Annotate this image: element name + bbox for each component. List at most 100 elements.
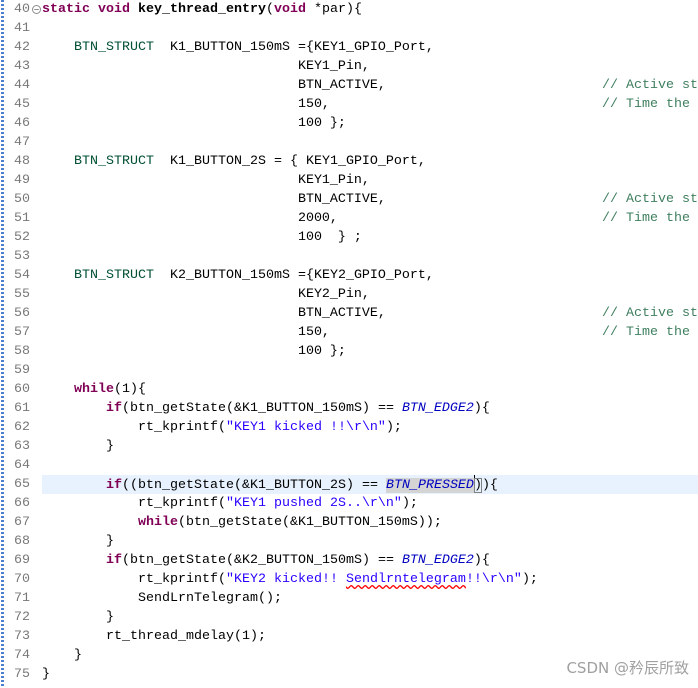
code-token[interactable]: KEY1_Pin,	[42, 59, 370, 74]
code-text[interactable]: if(btn_getState(&K1_BUTTON_150mS) == BTN…	[42, 399, 698, 418]
enum-constant[interactable]: BTN_EDGE2	[402, 553, 474, 568]
code-token[interactable]: K2_BUTTON_150mS ={KEY2_GPIO_Port,	[154, 268, 434, 283]
code-token[interactable]	[42, 401, 106, 416]
comment[interactable]: // Active st	[602, 304, 698, 323]
code-token[interactable]: ){	[474, 401, 490, 416]
keyword[interactable]: if	[106, 478, 122, 493]
code-text[interactable]: static void key_thread_entry(void *par){	[42, 0, 698, 19]
code-token[interactable]	[42, 154, 74, 169]
code-token[interactable]	[42, 268, 74, 283]
enum-constant[interactable]: BTN_EDGE2	[402, 401, 474, 416]
code-token[interactable]: 150,	[42, 97, 330, 112]
code-token[interactable]: }	[42, 667, 50, 682]
code-text[interactable]	[42, 247, 698, 266]
code-token[interactable]	[42, 382, 74, 397]
code-token[interactable]: );	[522, 572, 538, 587]
code-text[interactable]: BTN_ACTIVE, // Active st	[42, 190, 698, 209]
comment[interactable]: // Time the	[602, 323, 690, 342]
matched-bracket[interactable]: )	[473, 478, 482, 493]
code-text[interactable]: KEY2_Pin,	[42, 285, 698, 304]
type-name[interactable]: BTN_STRUCT	[74, 40, 154, 55]
keyword[interactable]: if	[106, 401, 122, 416]
code-text[interactable]: 100 };	[42, 114, 698, 133]
code-text[interactable]: rt_kprintf("KEY1 kicked !!\r\n");	[42, 418, 698, 437]
code-text[interactable]: BTN_ACTIVE, // Active st	[42, 76, 698, 95]
code-text[interactable]: }	[42, 437, 698, 456]
code-token[interactable]: (btn_getState(&K1_BUTTON_150mS));	[178, 515, 442, 530]
code-token[interactable]: KEY2_Pin,	[42, 287, 370, 302]
keyword[interactable]: while	[74, 382, 114, 397]
string-literal[interactable]: !!\r\n"	[466, 572, 522, 587]
code-token[interactable]: }	[42, 534, 114, 549]
code-token[interactable]	[42, 478, 106, 493]
code-text[interactable]: BTN_STRUCT K1_BUTTON_2S = { KEY1_GPIO_Po…	[42, 152, 698, 171]
comment[interactable]: // Active st	[602, 190, 698, 209]
code-text[interactable]: 100 };	[42, 342, 698, 361]
code-token[interactable]: rt_kprintf(	[42, 496, 226, 511]
code-text[interactable]: KEY1_Pin,	[42, 57, 698, 76]
code-token[interactable]: ){	[482, 478, 498, 493]
type-name[interactable]: BTN_STRUCT	[74, 268, 154, 283]
code-token[interactable]: KEY1_Pin,	[42, 173, 370, 188]
code-text[interactable]	[42, 456, 698, 475]
code-token[interactable]: BTN_ACTIVE,	[42, 78, 386, 93]
code-token[interactable]: }	[42, 610, 114, 625]
code-text[interactable]: 100 } ;	[42, 228, 698, 247]
code-text[interactable]: rt_thread_mdelay(1);	[42, 627, 698, 646]
string-literal[interactable]: "KEY1 kicked !!\r\n"	[226, 420, 386, 435]
code-text[interactable]: rt_kprintf("KEY1 pushed 2S..\r\n");	[42, 494, 698, 513]
code-token[interactable]	[42, 553, 106, 568]
code-token[interactable]: rt_kprintf(	[42, 572, 226, 587]
code-text[interactable]	[42, 19, 698, 38]
code-text[interactable]: BTN_ACTIVE, // Active st	[42, 304, 698, 323]
code-text[interactable]: while(1){	[42, 380, 698, 399]
code-text[interactable]: BTN_STRUCT K2_BUTTON_150mS ={KEY2_GPIO_P…	[42, 266, 698, 285]
code-token[interactable]: }	[42, 439, 114, 454]
code-text[interactable]: rt_kprintf("KEY2 kicked!! Sendlrntelegra…	[42, 570, 698, 589]
code-text[interactable]: while(btn_getState(&K1_BUTTON_150mS));	[42, 513, 698, 532]
string-literal[interactable]: "KEY1 pushed 2S..\r\n"	[226, 496, 402, 511]
code-text[interactable]: 2000, // Time the	[42, 209, 698, 228]
code-text[interactable]	[42, 361, 698, 380]
code-text[interactable]: if((btn_getState(&K1_BUTTON_2S) == BTN_P…	[42, 475, 698, 494]
keyword[interactable]: while	[138, 515, 178, 530]
code-token[interactable]	[42, 40, 74, 55]
code-token[interactable]: 2000,	[42, 211, 338, 226]
code-token[interactable]: 100 };	[42, 344, 346, 359]
code-token[interactable]: BTN_ACTIVE,	[42, 192, 386, 207]
string-literal[interactable]: "KEY2 kicked!!	[226, 572, 346, 587]
code-token[interactable]: ){	[474, 553, 490, 568]
code-token[interactable]: *par){	[306, 2, 362, 17]
comment[interactable]: // Time the	[602, 209, 690, 228]
code-text[interactable]: }	[42, 532, 698, 551]
misspelled-word[interactable]: Sendlrntelegram	[346, 572, 466, 587]
code-token[interactable]: );	[402, 496, 418, 511]
code-token[interactable]: (	[266, 2, 274, 17]
code-editor[interactable]: 40 static void key_thread_entry(void *par…	[0, 0, 698, 688]
code-token[interactable]: BTN_ACTIVE,	[42, 306, 386, 321]
type-name[interactable]: BTN_STRUCT	[74, 154, 154, 169]
code-token[interactable]	[130, 2, 138, 17]
code-text[interactable]: KEY1_Pin,	[42, 171, 698, 190]
code-text[interactable]: SendLrnTelegram();	[42, 589, 698, 608]
code-token[interactable]	[42, 515, 138, 530]
keyword[interactable]: if	[106, 553, 122, 568]
function-name[interactable]: key_thread_entry	[138, 2, 266, 17]
fold-collapse-icon[interactable]	[31, 5, 41, 14]
code-token[interactable]: K1_BUTTON_2S = { KEY1_GPIO_Port,	[154, 154, 426, 169]
code-token[interactable]: );	[386, 420, 402, 435]
code-token[interactable]: rt_thread_mdelay(1);	[42, 629, 266, 644]
code-token[interactable]: 100 };	[42, 116, 346, 131]
enum-constant[interactable]: BTN_PRESSED	[385, 478, 474, 493]
code-text[interactable]: 150, // Time the	[42, 323, 698, 342]
code-token[interactable]: SendLrnTelegram();	[42, 591, 282, 606]
code-token[interactable]: (btn_getState(&K2_BUTTON_150mS) ==	[122, 553, 402, 568]
code-token[interactable]: K1_BUTTON_150mS ={KEY1_GPIO_Port,	[154, 40, 434, 55]
code-text[interactable]: }	[42, 608, 698, 627]
code-text[interactable]	[42, 133, 698, 152]
code-token[interactable]: (1){	[114, 382, 146, 397]
comment[interactable]: // Active st	[602, 76, 698, 95]
code-text[interactable]: if(btn_getState(&K2_BUTTON_150mS) == BTN…	[42, 551, 698, 570]
code-token[interactable]: 150,	[42, 325, 330, 340]
keyword[interactable]: static void	[42, 2, 130, 17]
